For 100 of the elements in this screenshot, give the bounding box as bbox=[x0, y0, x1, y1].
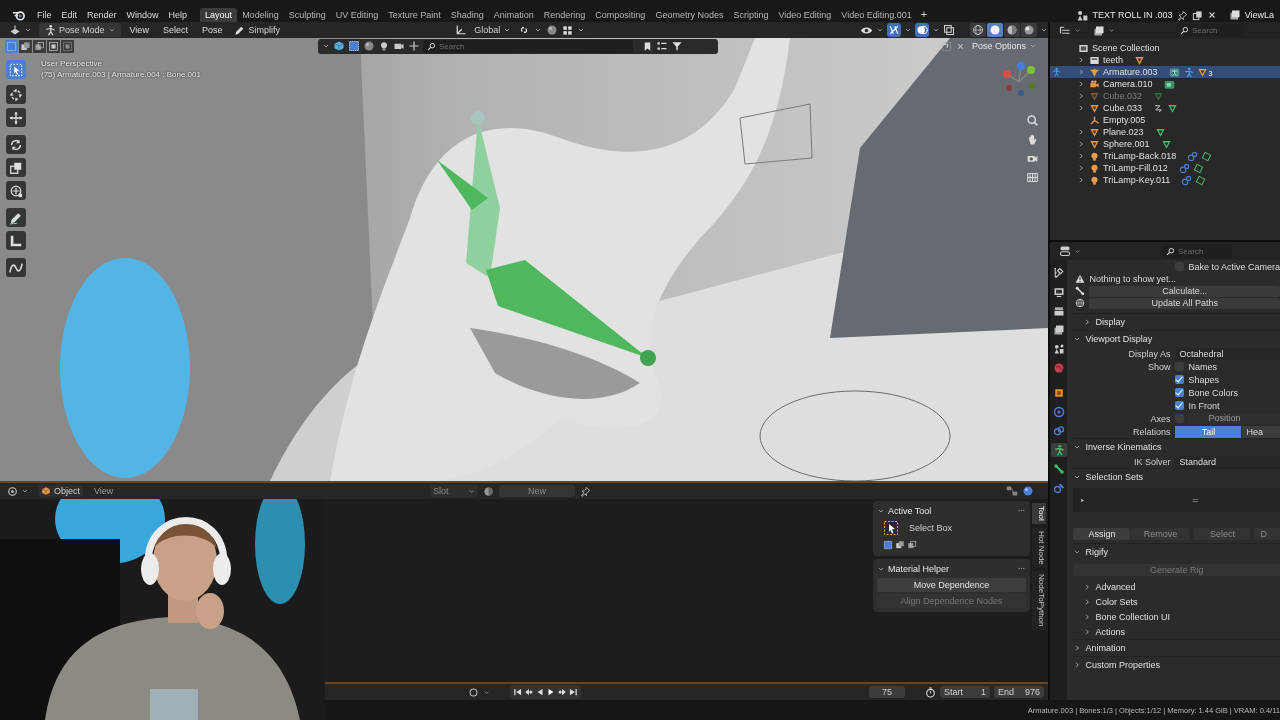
current-frame-field[interactable]: 75 bbox=[869, 686, 905, 698]
outliner-row[interactable]: Scene Collection bbox=[1050, 42, 1280, 54]
record-button-icon[interactable] bbox=[468, 686, 479, 698]
outliner-row[interactable]: TriLamp-Fill.012 bbox=[1050, 162, 1280, 174]
simplify-button[interactable]: Simplify bbox=[231, 23, 283, 37]
select-new-icon[interactable] bbox=[348, 40, 360, 52]
workspace-tab[interactable]: Sculpting bbox=[283, 8, 331, 22]
new-button[interactable]: New bbox=[499, 485, 575, 497]
update-paths-button[interactable]: Update All Paths bbox=[1089, 297, 1280, 309]
xray-icon[interactable] bbox=[943, 24, 955, 36]
pin-icon[interactable] bbox=[580, 485, 591, 497]
shading-button[interactable] bbox=[1021, 23, 1037, 37]
caret-icon[interactable] bbox=[534, 26, 543, 34]
modifier-icon[interactable] bbox=[1153, 102, 1165, 114]
caret-icon[interactable] bbox=[876, 26, 884, 34]
mesh-object-icon[interactable] bbox=[1196, 66, 1208, 78]
shading-button[interactable] bbox=[970, 23, 986, 37]
bookmark-icon[interactable] bbox=[642, 40, 653, 52]
search-field[interactable]: Search bbox=[1176, 24, 1244, 37]
menu-item[interactable]: View bbox=[124, 25, 154, 35]
sidebar-tab[interactable]: Hot Node bbox=[1032, 527, 1046, 568]
pose-icon[interactable] bbox=[1168, 66, 1180, 78]
outliner-row[interactable]: TriLamp-Key.011 bbox=[1050, 174, 1280, 186]
previous-key-icon[interactable] bbox=[524, 687, 534, 697]
cube-icon[interactable] bbox=[333, 40, 345, 52]
panel-header[interactable]: Material Helper bbox=[877, 561, 1026, 576]
zoom-icon[interactable] bbox=[1025, 114, 1039, 127]
list-icon[interactable] bbox=[656, 40, 668, 52]
mesh-data-icon[interactable] bbox=[1167, 102, 1179, 114]
menu-item[interactable]: Pose bbox=[196, 25, 228, 35]
workspace-tab[interactable]: Geometry Nodes bbox=[650, 8, 729, 22]
menu-item[interactable]: Edit bbox=[56, 10, 83, 20]
properties-tab[interactable] bbox=[1050, 443, 1067, 457]
orientation-dropdown[interactable]: Global bbox=[471, 24, 515, 36]
mesh-data-icon[interactable] bbox=[1154, 126, 1166, 138]
caret-icon[interactable] bbox=[483, 688, 490, 696]
jump-start-icon[interactable] bbox=[513, 687, 523, 697]
filter-icon[interactable] bbox=[671, 40, 683, 52]
subpanel-header[interactable]: Actions bbox=[1073, 624, 1280, 639]
subpanel-header[interactable]: Advanced bbox=[1073, 579, 1280, 594]
menu-item[interactable]: File bbox=[32, 10, 57, 20]
workspace-tab[interactable]: UV Editing bbox=[330, 8, 384, 22]
outliner-row[interactable]: Camera.010 bbox=[1050, 78, 1280, 90]
axes-icon[interactable] bbox=[455, 24, 468, 36]
blender-logo-icon[interactable] bbox=[12, 8, 26, 22]
search-field[interactable]: Search bbox=[1162, 244, 1232, 258]
panel-button[interactable]: Assign bbox=[1073, 528, 1131, 540]
pose-mode-icon[interactable] bbox=[1051, 67, 1061, 77]
constraint-icon[interactable] bbox=[1178, 162, 1190, 174]
light-data-icon[interactable] bbox=[1192, 162, 1204, 174]
light-data-icon[interactable] bbox=[1195, 174, 1207, 186]
mesh-data-icon[interactable] bbox=[1160, 138, 1172, 150]
view-layer-icon[interactable] bbox=[1228, 9, 1241, 21]
context-dropdown[interactable]: Object bbox=[38, 485, 83, 497]
gizmo-icon[interactable] bbox=[887, 23, 901, 37]
outliner-row[interactable]: Empty.005 bbox=[1050, 114, 1280, 126]
outliner-row[interactable]: TriLamp-Back.018 bbox=[1050, 150, 1280, 162]
jump-end-icon[interactable] bbox=[568, 687, 578, 697]
pin-icon[interactable] bbox=[1176, 9, 1188, 21]
panel-header[interactable]: Active Tool bbox=[877, 503, 1026, 518]
panel-header[interactable]: Viewport Display bbox=[1073, 330, 1280, 347]
search-field[interactable]: Search bbox=[423, 39, 633, 53]
tool-button[interactable] bbox=[6, 108, 26, 127]
dropdown[interactable]: Octahedral bbox=[1175, 347, 1280, 360]
checkbox[interactable] bbox=[1175, 375, 1185, 384]
sidebar-tab[interactable]: Tool bbox=[1032, 503, 1046, 524]
material-sphere-icon[interactable] bbox=[483, 485, 494, 497]
help-icon[interactable] bbox=[940, 40, 952, 52]
outliner-row[interactable]: Sphere.001 bbox=[1050, 138, 1280, 150]
workspace-tab[interactable]: Video Editing.001 bbox=[836, 8, 917, 22]
calculate-button[interactable]: Calculate... bbox=[1089, 285, 1280, 297]
menu-item[interactable]: Render bbox=[82, 10, 122, 20]
checkbox[interactable] bbox=[1175, 401, 1185, 410]
panel-header[interactable]: Selection Sets bbox=[1073, 468, 1280, 485]
segment-button[interactable]: Hea bbox=[1242, 425, 1280, 438]
select-new-icon[interactable] bbox=[883, 540, 893, 550]
tool-button[interactable] bbox=[6, 258, 26, 277]
select-extend-icon[interactable] bbox=[895, 540, 905, 550]
segment-button[interactable]: Tail bbox=[1175, 425, 1242, 438]
sphere-icon[interactable] bbox=[1022, 485, 1034, 497]
menu-item[interactable]: View bbox=[89, 486, 119, 496]
menu-item[interactable]: Help bbox=[163, 10, 193, 20]
workspace-tab[interactable]: Animation bbox=[488, 8, 539, 22]
constraint-icon[interactable] bbox=[1187, 150, 1199, 162]
panel-header[interactable]: Custom Properties bbox=[1073, 656, 1280, 673]
caret-icon[interactable] bbox=[577, 26, 586, 34]
add-workspace-button[interactable]: + bbox=[916, 8, 932, 22]
dropdown[interactable]: Standard bbox=[1175, 455, 1280, 468]
workspace-tab[interactable]: Texture Paint bbox=[383, 8, 446, 22]
subpanel-header[interactable]: Bone Collection UI bbox=[1073, 609, 1280, 624]
scene-name[interactable]: TEXT ROLL IN .003 bbox=[1092, 10, 1173, 20]
tool-button[interactable] bbox=[6, 158, 26, 177]
slot-dropdown[interactable]: Slot bbox=[430, 485, 478, 497]
constraint-icon[interactable] bbox=[1181, 174, 1193, 186]
pose-options-dropdown[interactable]: Pose Options bbox=[968, 40, 1040, 52]
next-key-icon[interactable] bbox=[557, 687, 567, 697]
sphere-icon[interactable] bbox=[363, 40, 375, 52]
select-subtract-icon[interactable] bbox=[907, 540, 917, 550]
play-icon[interactable] bbox=[546, 687, 556, 697]
workspace-tab[interactable]: Shading bbox=[445, 8, 489, 22]
